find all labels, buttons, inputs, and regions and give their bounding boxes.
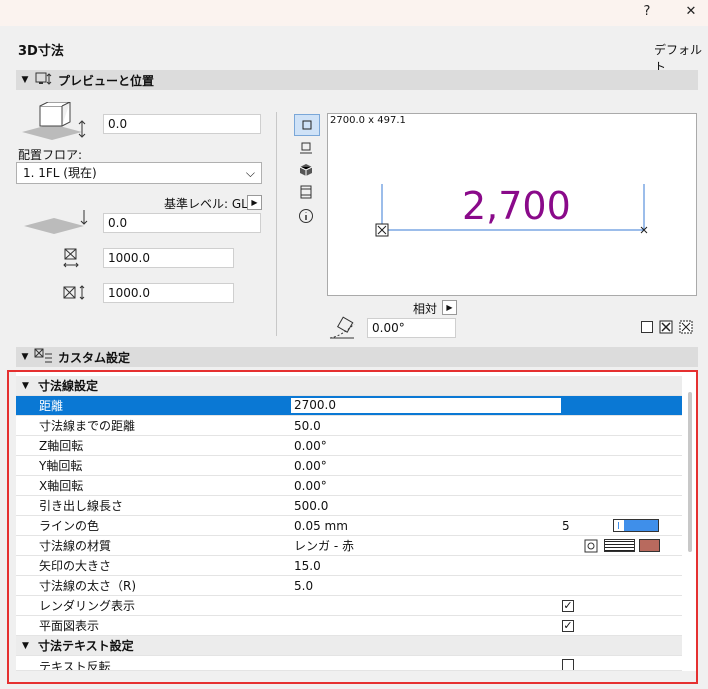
preview-dimension-text: 2,700 [462, 184, 571, 228]
width-icon [62, 248, 82, 273]
height-field[interactable]: 1000.0 [103, 283, 234, 303]
view-3d-button[interactable] [298, 162, 314, 178]
chevron-down-icon: ⌵ [245, 166, 255, 180]
width-field[interactable]: 1000.0 [103, 248, 234, 268]
relative-label: 相対 [413, 302, 438, 316]
rotation-angle-field[interactable]: 0.00° [367, 318, 456, 338]
custom-section-header[interactable]: ▼ カスタム設定 [16, 347, 698, 367]
title-bar [0, 0, 708, 26]
offset-icon [22, 101, 92, 145]
custom-section-title: カスタム設定 [58, 350, 131, 365]
view-section-button[interactable] [298, 184, 314, 200]
offset-field[interactable]: 0.0 [103, 114, 261, 134]
view-2d-button[interactable] [294, 114, 320, 136]
floor-label: 配置フロア: [18, 148, 83, 162]
collapse-arrow-icon[interactable]: ▼ [16, 75, 34, 85]
box-x-dashed-icon[interactable] [679, 320, 693, 337]
info-icon[interactable] [298, 208, 314, 224]
collapse-arrow-icon[interactable]: ▼ [16, 352, 34, 362]
help-button[interactable]: ? [632, 2, 662, 22]
preview-area: 2700.0 x 497.1 2,700 [327, 113, 697, 296]
preview-section-icon [34, 71, 54, 90]
relative-menu-button[interactable]: ▶ [442, 300, 457, 315]
panel-divider [276, 112, 277, 336]
reference-level-label: 基準レベル: GL [164, 197, 248, 211]
elevation-field[interactable]: 0.0 [103, 213, 261, 233]
highlight-frame [7, 370, 698, 684]
floor-select-value: 1. 1FL (現在) [23, 166, 97, 180]
height-icon [62, 284, 90, 305]
preview-section-header[interactable]: ▼ プレビューと位置 [16, 70, 698, 90]
view-elevation-button[interactable] [298, 140, 314, 156]
custom-settings-icon [34, 348, 54, 367]
elevation-icon [22, 210, 92, 241]
reference-level-menu-button[interactable]: ▶ [247, 195, 262, 210]
floor-select[interactable]: 1. 1FL (現在) ⌵ [16, 162, 262, 184]
dialog-title: 3D寸法 [18, 44, 64, 59]
box-x-icon[interactable] [659, 320, 673, 337]
close-button[interactable]: ✕ [676, 2, 706, 22]
preview-section-title: プレビューと位置 [58, 73, 155, 88]
rotation-angle-icon [328, 316, 358, 345]
toggle-checkbox[interactable] [641, 321, 653, 333]
